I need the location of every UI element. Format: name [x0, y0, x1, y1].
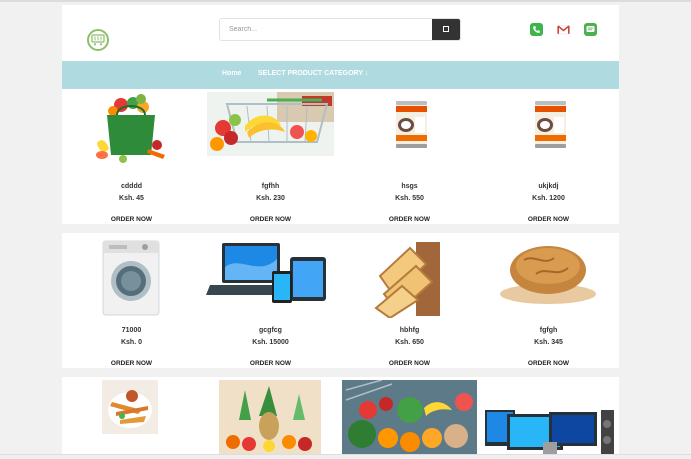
contact-icons	[530, 23, 598, 37]
product-price: Ksh. 0	[120, 339, 142, 346]
product-name: fgfhh	[261, 183, 280, 190]
shop-logo[interactable]	[87, 29, 109, 51]
product-card[interactable]	[201, 377, 340, 454]
product-price: Ksh. 230	[256, 195, 285, 202]
product-card[interactable]: fgfgh Ksh. 345 ORDER NOW	[479, 233, 618, 368]
product-name: gcgfcg	[259, 327, 282, 334]
page: Home SELECT PRODUCT CATEGORY ↓	[0, 0, 691, 459]
product-card[interactable]: gcgfcg Ksh. 15000 ORDER NOW	[201, 233, 340, 368]
phone-icon[interactable]	[530, 23, 543, 36]
header	[62, 5, 619, 61]
product-row-3	[62, 377, 619, 454]
vegetable-basket-image[interactable]	[342, 380, 477, 454]
product-card[interactable]: 71000 Ksh. 0 ORDER NOW	[62, 233, 201, 368]
product-card[interactable]: ukjkdj Ksh. 1200 ORDER NOW	[479, 89, 618, 224]
order-now-button[interactable]: ORDER NOW	[479, 360, 618, 367]
laptop-tablet-phone-image[interactable]	[204, 237, 337, 309]
gmail-icon[interactable]	[557, 23, 570, 36]
order-now-button[interactable]: ORDER NOW	[62, 216, 201, 223]
fried-food-image[interactable]	[102, 380, 158, 434]
order-now-button[interactable]: ORDER NOW	[340, 360, 479, 367]
nav-category-dropdown[interactable]: SELECT PRODUCT CATEGORY ↓	[258, 70, 368, 77]
product-price: Ksh. 650	[395, 339, 424, 346]
product-price: Ksh. 15000	[252, 339, 289, 346]
product-card[interactable]	[340, 377, 479, 454]
product-price: Ksh. 1200	[532, 195, 565, 202]
product-name: fgfgh	[539, 327, 558, 334]
product-row-1: cdddd Ksh. 45 ORDER NOW fgfhh Ksh. 230 O…	[62, 89, 619, 224]
product-price: Ksh. 45	[119, 195, 144, 202]
bread-slices-image[interactable]	[374, 236, 444, 318]
product-name: hsgs	[401, 183, 418, 190]
product-row-2: 71000 Ksh. 0 ORDER NOW gcgfcg Ksh. 15000…	[62, 233, 619, 368]
coconut-cream-can-image[interactable]	[534, 101, 567, 148]
search-bar	[219, 18, 461, 41]
navbar: Home SELECT PRODUCT CATEGORY ↓	[62, 61, 619, 89]
cart-logo-icon	[91, 34, 105, 46]
order-now-button[interactable]: ORDER NOW	[340, 216, 479, 223]
order-now-button[interactable]: ORDER NOW	[201, 360, 340, 367]
order-now-button[interactable]: ORDER NOW	[62, 360, 201, 367]
shopping-cart-fruits-image[interactable]	[207, 92, 334, 156]
order-now-button[interactable]: ORDER NOW	[201, 216, 340, 223]
nav-home-link[interactable]: Home	[222, 70, 241, 77]
produce-pile-image[interactable]	[219, 380, 321, 454]
product-name: cdddd	[121, 183, 142, 190]
product-price: Ksh. 345	[534, 339, 563, 346]
product-card[interactable]: hsgs Ksh. 550 ORDER NOW	[340, 89, 479, 224]
search-button[interactable]	[432, 19, 460, 40]
product-card[interactable]: fgfhh Ksh. 230 ORDER NOW	[201, 89, 340, 224]
washing-machine-image[interactable]	[95, 237, 167, 317]
search-input[interactable]	[220, 19, 433, 40]
search-icon	[443, 26, 449, 32]
product-card[interactable]	[479, 377, 618, 454]
product-card[interactable]	[62, 377, 201, 454]
message-icon[interactable]	[584, 23, 597, 36]
order-now-button[interactable]: ORDER NOW	[479, 216, 618, 223]
grocery-bag-image[interactable]	[93, 93, 169, 165]
product-name: 71000	[121, 327, 142, 334]
product-name: hbhfg	[399, 327, 420, 334]
product-price: Ksh. 550	[395, 195, 424, 202]
bread-loaf-image[interactable]	[494, 236, 603, 310]
coconut-cream-can-image[interactable]	[395, 101, 428, 148]
horizontal-scrollbar[interactable]	[0, 454, 691, 459]
electronics-image[interactable]	[483, 380, 616, 454]
product-card[interactable]: hbhfg Ksh. 650 ORDER NOW	[340, 233, 479, 368]
product-card[interactable]: cdddd Ksh. 45 ORDER NOW	[62, 89, 201, 224]
product-name: ukjkdj	[538, 183, 559, 190]
